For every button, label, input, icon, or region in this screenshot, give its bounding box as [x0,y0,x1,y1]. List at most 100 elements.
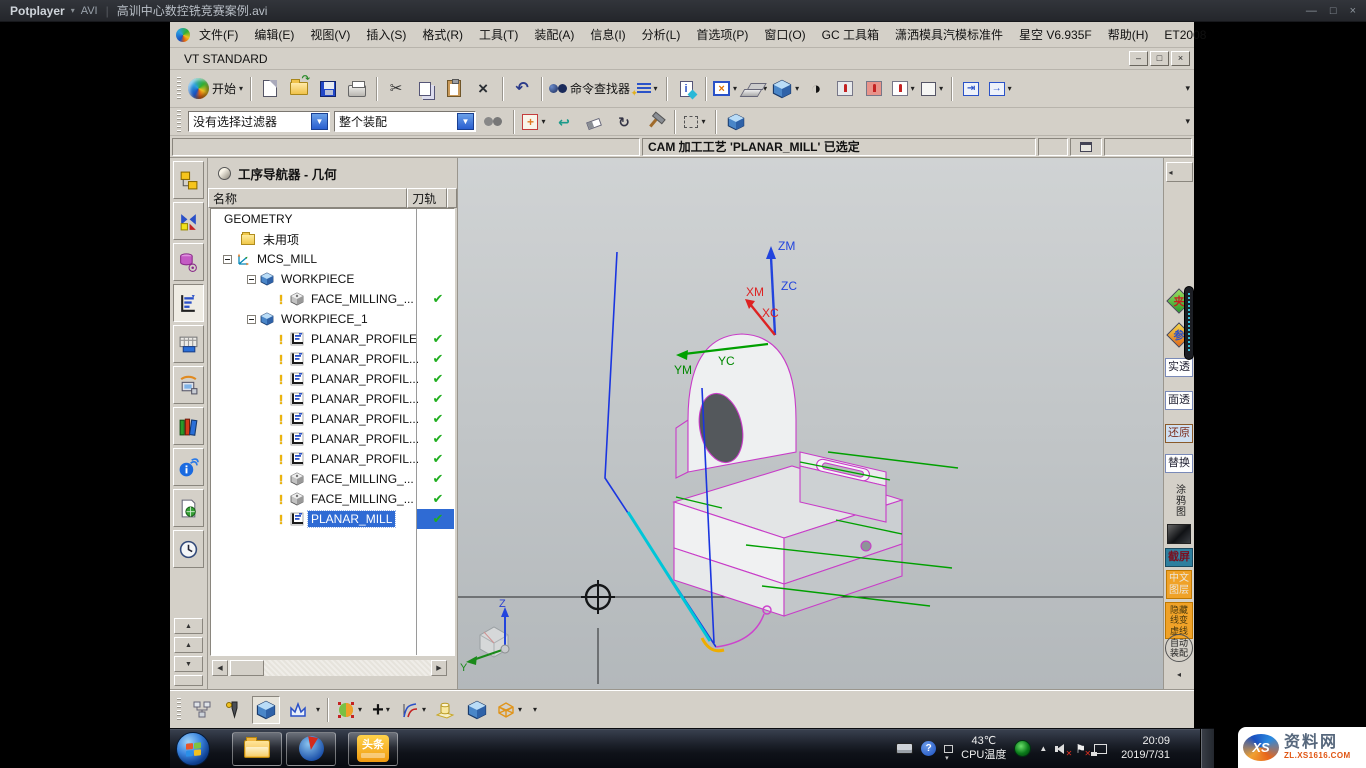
help-icon[interactable] [921,741,936,756]
menu-preferences[interactable]: 首选项(P) [689,23,755,46]
graphics-viewport[interactable]: ZM ZC XM XC YC YM [458,158,1163,690]
tree-row-planar-profile-3[interactable]: PLANAR_PROFIL... [211,369,454,389]
cut-button[interactable]: ✂ [383,76,409,102]
menu-mold-standard[interactable]: 潇洒模具汽模标准件 [888,23,1010,46]
keyboard-icon[interactable] [896,743,913,754]
column-name[interactable]: 名称 [208,188,407,208]
child-minimize-icon[interactable]: – [1129,51,1148,66]
selection-bar-overflow-icon[interactable] [1185,116,1190,127]
window-switch-button[interactable]: ⇥ [958,76,984,102]
show-hidden-icons-icon[interactable] [1039,744,1047,753]
network-icon[interactable] [1094,744,1107,754]
scroll-end-button[interactable] [174,675,203,686]
tree-row-workpiece-1[interactable]: WORKPIECE_1 [211,309,454,329]
tree-row-face-milling-3[interactable]: FACE_MILLING_... [211,489,454,509]
point-set-button[interactable]: ▾ [335,696,363,724]
doodle-button[interactable]: 涂鸦图 [1172,484,1187,517]
scroll-up-button[interactable]: ▲ [174,637,203,653]
minimize-icon[interactable]: — [1306,5,1317,17]
tree-row-unused[interactable]: 未用项 [211,229,454,249]
tree-row-face-milling[interactable]: FACE_MILLING_... [211,289,454,309]
tree-row-planar-profile[interactable]: PLANAR_PROFILE [211,329,454,349]
internet-tab[interactable] [173,448,204,486]
program-order-view-button[interactable] [188,696,216,724]
taskbar-clock[interactable]: 20:09 2019/7/31 [1121,735,1170,763]
taskbar-toutiao-button[interactable]: 头条 [348,732,398,766]
section-view-button[interactable] [861,76,887,102]
constraint-tool-button[interactable] [641,109,667,135]
tree-row-planar-profile-2[interactable]: PLANAR_PROFIL... [211,349,454,369]
background-button[interactable]: ▾ [919,76,945,102]
save-button[interactable] [315,76,341,102]
menu-insert[interactable]: 插入(S) [359,23,413,46]
part-navigator-tab[interactable] [173,243,204,281]
screenshot-button[interactable]: 截屏 [1165,548,1193,567]
auto-assemble-button[interactable]: 自动装配 [1165,634,1193,662]
selection-filter-dropdown[interactable]: 没有选择过滤器 ▼ [188,111,330,132]
replace-button[interactable]: 替换 [1165,454,1193,473]
menu-view[interactable]: 视图(V) [303,23,357,46]
tree-horizontal-scrollbar[interactable]: ◀ ▶ [212,660,447,676]
tree-row-planar-profile-7[interactable]: PLANAR_PROFIL... [211,449,454,469]
menu-edit[interactable]: 编辑(E) [247,23,301,46]
start-button[interactable]: 开始▾ [187,76,244,102]
menu-window[interactable]: 窗口(O) [757,23,812,46]
menu-format[interactable]: 格式(R) [415,23,470,46]
scroll-down-button[interactable]: ▼ [174,656,203,672]
column-toolpath[interactable]: 刀轨 [407,188,447,208]
tree-row-workpiece[interactable]: WORKPIECE [211,269,454,289]
close-window-button[interactable]: ×▾ [712,76,738,102]
toolbar-more-icon[interactable]: ▾ [533,705,537,714]
toolbar-grip[interactable] [177,77,181,101]
rectangle-select-button[interactable]: ▾ [682,109,708,135]
find-component-button[interactable] [480,109,506,135]
scrollbar-thumb[interactable] [230,660,264,676]
rotate-point-button[interactable]: ↻ [611,109,637,135]
menu-file[interactable]: 文件(F) [192,23,245,46]
assembly-navigator-tab[interactable] [173,161,204,199]
cylinder-tool-button[interactable] [431,696,459,724]
selection-scope-dropdown[interactable]: 整个装配 ▼ [334,111,476,132]
collapse-icon[interactable] [223,255,232,264]
delete-button[interactable]: × [470,76,496,102]
chevron-down-icon[interactable]: ▾ [316,705,320,714]
action-center-flag-icon[interactable] [1075,743,1086,755]
hidden-icons-icon[interactable] [944,745,953,753]
menu-analysis[interactable]: 分析(L) [635,23,688,46]
integrated-simulation-tab[interactable] [173,366,204,404]
new-button[interactable] [257,76,283,102]
show-desktop-button[interactable] [1200,729,1214,768]
filter-list-button[interactable]: ▾ [634,76,660,102]
copy-button[interactable] [412,76,438,102]
dropdown-arrow-icon[interactable]: ▼ [311,113,328,130]
tree-row-geometry[interactable]: GEOMETRY [211,209,454,229]
dropdown-arrow-icon[interactable]: ▼ [457,113,474,130]
model-canvas[interactable]: ZM ZC XM XC YC YM [458,158,1163,690]
library-tab[interactable] [173,407,204,445]
open-button[interactable] [286,76,312,102]
menu-help[interactable]: 帮助(H) [1101,23,1156,46]
sketch-button[interactable]: ▾ [741,76,768,102]
block-tool-button[interactable] [463,696,491,724]
menu-tools[interactable]: 工具(T) [472,23,525,46]
toolbar-grip[interactable] [177,698,181,722]
shaded-view-button[interactable]: ▾ [771,76,800,102]
back-button[interactable]: ↩ [551,109,577,135]
start-button[interactable] [176,732,210,766]
edit-section-button[interactable]: ▾ [890,76,916,102]
erase-button[interactable] [581,109,607,135]
toolbar-overflow-icon[interactable] [1185,83,1190,94]
create-point-button[interactable]: +▾ [367,696,395,724]
paste-button[interactable] [441,76,467,102]
toolbar-grip[interactable] [177,110,181,134]
geometry-view-button[interactable] [252,696,280,724]
taskbar-explorer-button[interactable] [232,732,282,766]
tree-row-planar-mill-selected[interactable]: PLANAR_MILL [211,509,454,529]
shi-tou-button[interactable]: 实透 [1165,358,1193,377]
close-icon[interactable]: × [1350,5,1356,17]
scroll-right-icon[interactable]: ▶ [431,660,447,676]
overlay-slider[interactable] [1184,286,1194,360]
child-restore-icon[interactable]: □ [1150,51,1169,66]
menu-assembly[interactable]: 装配(A) [527,23,581,46]
collapse-icon[interactable] [247,315,256,324]
